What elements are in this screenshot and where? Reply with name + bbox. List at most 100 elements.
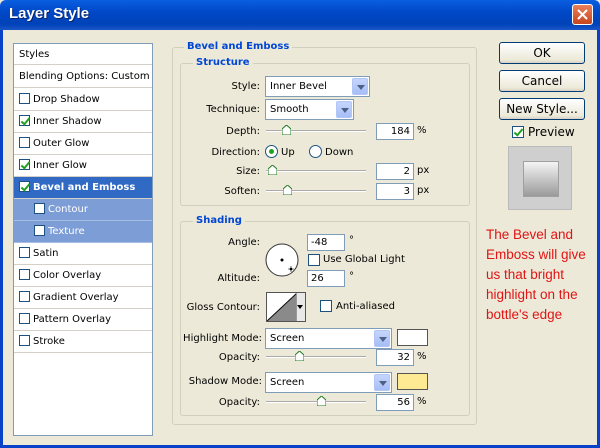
angle-dial[interactable] [264,242,300,278]
shadow-opacity-slider[interactable] [266,396,366,406]
highlight-opacity-input[interactable]: 32 [376,349,414,366]
gloss-contour-label: Gloss Contour: [186,302,260,313]
sidebar-item-inner-shadow[interactable]: Inner Shadow [14,111,152,133]
style-select[interactable]: Inner Bevel [265,76,370,97]
close-icon [577,9,588,20]
satin-checkbox[interactable] [19,247,30,258]
sidebar-item-label: Satin [33,248,59,259]
style-label: Style: [231,81,261,92]
sidebar-item-texture[interactable]: Texture [14,221,152,243]
global-light-label: Use Global Light [323,254,405,265]
stroke-checkbox[interactable] [19,335,30,346]
preview-thumbnail [508,146,572,210]
shadow-mode-select[interactable]: Screen [265,372,392,393]
altitude-input[interactable]: 26 [307,270,345,287]
preview-checkbox[interactable] [512,126,524,138]
bevel-emboss-checkbox[interactable] [19,181,30,192]
angle-input[interactable]: -48 [307,234,345,251]
texture-checkbox[interactable] [34,225,45,236]
sidebar-item-label: Bevel and Emboss [33,182,136,193]
contour-icon [266,292,298,322]
slider-thumb-icon[interactable] [283,185,292,195]
sidebar-item-label: Pattern Overlay [33,314,112,325]
highlight-opacity-label: Opacity: [218,352,260,363]
direction-label: Direction: [211,147,260,158]
soften-slider[interactable] [266,185,366,195]
size-input[interactable]: 2 [376,163,414,180]
shadow-opacity-label: Opacity: [218,397,260,408]
ok-button[interactable]: OK [499,42,585,64]
drop-shadow-checkbox[interactable] [19,93,30,104]
direction-up-label: Up [281,147,295,158]
sidebar-item-label: Stroke [33,336,65,347]
sidebar-item-blending-options[interactable]: Blending Options: Custom [14,66,152,88]
sidebar-item-outer-glow[interactable]: Outer Glow [14,133,152,155]
preview-label: Preview [528,125,575,139]
antialiased-checkbox[interactable] [320,300,332,312]
sidebar-item-satin[interactable]: Satin [14,243,152,265]
size-slider[interactable] [266,165,366,175]
close-button[interactable] [572,4,593,25]
color-overlay-checkbox[interactable] [19,269,30,280]
highlight-color-swatch[interactable] [397,329,428,346]
sidebar-item-label: Gradient Overlay [33,292,119,303]
altitude-unit: ° [349,271,354,282]
highlight-opacity-slider[interactable] [266,351,366,361]
gloss-contour-preview[interactable] [266,292,306,322]
slider-thumb-icon[interactable] [295,351,304,361]
sidebar-item-color-overlay[interactable]: Color Overlay [14,265,152,287]
sidebar-item-gradient-overlay[interactable]: Gradient Overlay [14,287,152,309]
inner-shadow-checkbox[interactable] [19,115,30,126]
chevron-down-icon [336,101,352,118]
direction-down-radio[interactable] [309,145,322,158]
sidebar-item-bevel-emboss[interactable]: Bevel and Emboss [14,177,152,199]
cancel-button[interactable]: Cancel [499,70,585,92]
sidebar-item-label: Inner Glow [33,160,87,171]
size-label: Size: [236,166,260,177]
shadow-opacity-input[interactable]: 56 [376,394,414,411]
soften-input[interactable]: 3 [376,183,414,200]
highlight-mode-select[interactable]: Screen [265,328,392,349]
shadow-color-swatch[interactable] [397,373,428,390]
shadow-mode-value: Screen [270,377,305,388]
slider-thumb-icon[interactable] [317,396,326,406]
outer-glow-checkbox[interactable] [19,137,30,148]
new-style-button[interactable]: New Style... [499,98,585,120]
size-unit: px [417,165,430,176]
depth-input[interactable]: 184 [376,123,414,140]
shading-title: Shading [193,215,245,226]
depth-slider[interactable] [266,125,366,135]
style-value: Inner Bevel [270,81,327,92]
slider-thumb-icon[interactable] [282,125,291,135]
direction-up-radio[interactable] [265,145,278,158]
sidebar-item-pattern-overlay[interactable]: Pattern Overlay [14,309,152,331]
pattern-overlay-checkbox[interactable] [19,313,30,324]
shadow-mode-label: Shadow Mode: [188,376,262,387]
sidebar-item-contour[interactable]: Contour [14,199,152,221]
contour-checkbox[interactable] [34,203,45,214]
sidebar-item-drop-shadow[interactable]: Drop Shadow [14,89,152,111]
technique-select[interactable]: Smooth [265,99,354,120]
sidebar-item-label: Outer Glow [33,138,90,149]
preview-swatch [523,161,559,197]
inner-glow-checkbox[interactable] [19,159,30,170]
technique-label: Technique: [206,104,260,115]
angle-label: Angle: [228,237,260,248]
soften-label: Soften: [224,186,260,197]
chevron-down-icon [374,330,390,347]
slider-thumb-icon[interactable] [268,165,277,175]
sidebar-item-stroke[interactable]: Stroke [14,331,152,353]
depth-label: Depth: [226,126,260,137]
global-light-checkbox[interactable] [308,254,320,266]
window-title: Layer Style [9,5,90,22]
sidebar-item-inner-glow[interactable]: Inner Glow [14,155,152,177]
highlight-opacity-unit: % [417,351,427,362]
styles-list: Styles Blending Options: Custom Drop Sha… [13,43,153,436]
shadow-opacity-unit: % [417,396,427,407]
angle-unit: ° [349,235,354,246]
sidebar-item-label: Color Overlay [33,270,102,281]
styles-header[interactable]: Styles [14,44,152,65]
altitude-label: Altitude: [217,273,260,284]
gradient-overlay-checkbox[interactable] [19,291,30,302]
highlight-mode-value: Screen [270,333,305,344]
